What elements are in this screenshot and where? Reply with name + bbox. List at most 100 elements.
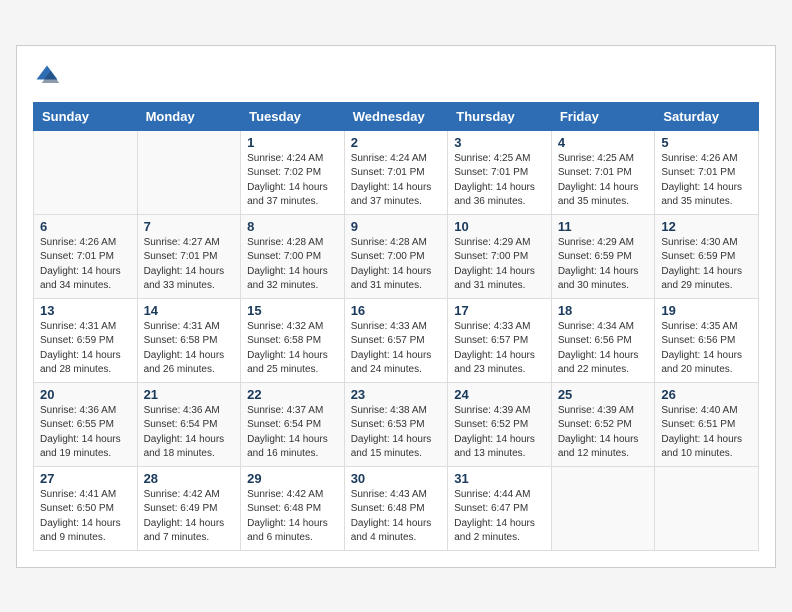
calendar-cell: 3Sunrise: 4:25 AM Sunset: 7:01 PM Daylig…	[448, 130, 552, 214]
calendar-cell: 5 Sunrise: 4:26 AM Sunset: 7:01 PM Daylig…	[655, 130, 759, 214]
logo	[33, 62, 65, 90]
column-header-wednesday: Wednesday	[344, 102, 448, 130]
day-number: 27	[40, 471, 131, 486]
day-info: Sunrise: 4:30 AM Sunset: 6:59 PM Dayligh…	[661, 236, 752, 294]
calendar-cell: 16Sunrise: 4:33 AM Sunset: 6:57 PM Dayli…	[344, 298, 448, 382]
day-number: 23	[351, 387, 442, 402]
calendar-cell: 10 Sunrise: 4:29 AM Sunset: 7:00 PM Dayli…	[448, 214, 552, 298]
day-info: Sunrise: 4:36 AM Sunset: 6:54 PM Dayligh…	[144, 404, 235, 462]
day-info: Sunrise: 4:26 AM Sunset: 7:01 PM Dayligh…	[661, 152, 752, 210]
calendar-cell	[34, 130, 138, 214]
day-info: Sunrise: 4:31 AM Sunset: 6:59 PM Dayligh…	[40, 320, 131, 378]
column-header-sunday: Sunday	[34, 102, 138, 130]
column-header-friday: Friday	[551, 102, 655, 130]
day-number: 13	[40, 303, 131, 318]
day-number: 21	[144, 387, 235, 402]
calendar-cell: 27 Sunrise: 4:41 AM Sunset: 6:50 PM Dayli…	[34, 466, 138, 550]
calendar-cell: 2 Sunrise: 4:24 AM Sunset: 7:01 PM Daylig…	[344, 130, 448, 214]
day-number: 9	[351, 219, 442, 234]
day-info: Sunrise: 4:40 AM Sunset: 6:51 PM Dayligh…	[661, 404, 752, 462]
day-info: Sunrise: 4:35 AM Sunset: 6:56 PM Dayligh…	[661, 320, 752, 378]
day-info: Sunrise: 4:29 AM Sunset: 7:00 PM Dayligh…	[454, 236, 545, 294]
day-number: 1	[247, 135, 338, 150]
day-info: Sunrise: 4:31 AM Sunset: 6:58 PM Dayligh…	[144, 320, 235, 378]
day-info: Sunrise: 4:32 AM Sunset: 6:58 PM Dayligh…	[247, 320, 338, 378]
day-number: 6	[40, 219, 131, 234]
column-header-thursday: Thursday	[448, 102, 552, 130]
calendar-cell: 23 Sunrise: 4:38 AM Sunset: 6:53 PM Dayli…	[344, 382, 448, 466]
day-info: Sunrise: 4:26 AM Sunset: 7:01 PM Dayligh…	[40, 236, 131, 294]
day-number: 16	[351, 303, 442, 318]
day-number: 8	[247, 219, 338, 234]
calendar-cell: 24 Sunrise: 4:39 AM Sunset: 6:52 PM Dayli…	[448, 382, 552, 466]
day-info: Sunrise: 4:37 AM Sunset: 6:54 PM Dayligh…	[247, 404, 338, 462]
calendar-cell: 8 Sunrise: 4:28 AM Sunset: 7:00 PM Daylig…	[241, 214, 345, 298]
calendar-cell: 1 Sunrise: 4:24 AM Sunset: 7:02 PM Daylig…	[241, 130, 345, 214]
calendar-cell	[137, 130, 241, 214]
column-header-monday: Monday	[137, 102, 241, 130]
day-number: 12	[661, 219, 752, 234]
calendar-week-row: 6 Sunrise: 4:26 AM Sunset: 7:01 PM Daylig…	[34, 214, 759, 298]
calendar-header	[33, 62, 759, 90]
day-info: Sunrise: 4:41 AM Sunset: 6:50 PM Dayligh…	[40, 488, 131, 546]
column-header-saturday: Saturday	[655, 102, 759, 130]
day-info: Sunrise: 4:34 AM Sunset: 6:56 PM Dayligh…	[558, 320, 649, 378]
day-info: Sunrise: 4:44 AM Sunset: 6:47 PM Dayligh…	[454, 488, 545, 546]
day-number: 19	[661, 303, 752, 318]
day-info: Sunrise: 4:42 AM Sunset: 6:49 PM Dayligh…	[144, 488, 235, 546]
day-info: Sunrise: 4:29 AM Sunset: 6:59 PM Dayligh…	[558, 236, 649, 294]
calendar-week-row: 13 Sunrise: 4:31 AM Sunset: 6:59 PM Dayli…	[34, 298, 759, 382]
calendar-cell: 21 Sunrise: 4:36 AM Sunset: 6:54 PM Dayli…	[137, 382, 241, 466]
day-info: Sunrise: 4:42 AM Sunset: 6:48 PM Dayligh…	[247, 488, 338, 546]
day-number: 30	[351, 471, 442, 486]
day-info: Sunrise: 4:27 AM Sunset: 7:01 PM Dayligh…	[144, 236, 235, 294]
day-number: 3	[454, 135, 545, 150]
calendar-cell	[551, 466, 655, 550]
day-number: 22	[247, 387, 338, 402]
calendar-cell: 17Sunrise: 4:33 AM Sunset: 6:57 PM Dayli…	[448, 298, 552, 382]
calendar-cell: 30 Sunrise: 4:43 AM Sunset: 6:48 PM Dayli…	[344, 466, 448, 550]
day-info: Sunrise: 4:24 AM Sunset: 7:02 PM Dayligh…	[247, 152, 338, 210]
day-info: Sunrise: 4:24 AM Sunset: 7:01 PM Dayligh…	[351, 152, 442, 210]
calendar-cell	[655, 466, 759, 550]
calendar-cell: 29 Sunrise: 4:42 AM Sunset: 6:48 PM Dayli…	[241, 466, 345, 550]
calendar-cell: 15 Sunrise: 4:32 AM Sunset: 6:58 PM Dayli…	[241, 298, 345, 382]
calendar-header-row: SundayMondayTuesdayWednesdayThursdayFrid…	[34, 102, 759, 130]
day-info: Sunrise: 4:38 AM Sunset: 6:53 PM Dayligh…	[351, 404, 442, 462]
day-number: 7	[144, 219, 235, 234]
day-number: 15	[247, 303, 338, 318]
day-info: Sunrise: 4:39 AM Sunset: 6:52 PM Dayligh…	[454, 404, 545, 462]
calendar-cell: 18 Sunrise: 4:34 AM Sunset: 6:56 PM Dayli…	[551, 298, 655, 382]
day-number: 18	[558, 303, 649, 318]
day-number: 4	[558, 135, 649, 150]
day-number: 11	[558, 219, 649, 234]
column-header-tuesday: Tuesday	[241, 102, 345, 130]
day-number: 5	[661, 135, 752, 150]
calendar-cell: 9Sunrise: 4:28 AM Sunset: 7:00 PM Daylig…	[344, 214, 448, 298]
day-number: 10	[454, 219, 545, 234]
calendar-cell: 26 Sunrise: 4:40 AM Sunset: 6:51 PM Dayli…	[655, 382, 759, 466]
day-number: 24	[454, 387, 545, 402]
day-number: 25	[558, 387, 649, 402]
calendar-cell: 28 Sunrise: 4:42 AM Sunset: 6:49 PM Dayli…	[137, 466, 241, 550]
day-number: 17	[454, 303, 545, 318]
calendar-cell: 13 Sunrise: 4:31 AM Sunset: 6:59 PM Dayli…	[34, 298, 138, 382]
calendar-cell: 7 Sunrise: 4:27 AM Sunset: 7:01 PM Daylig…	[137, 214, 241, 298]
day-number: 26	[661, 387, 752, 402]
day-info: Sunrise: 4:36 AM Sunset: 6:55 PM Dayligh…	[40, 404, 131, 462]
logo-icon	[33, 62, 61, 90]
calendar-cell: 11 Sunrise: 4:29 AM Sunset: 6:59 PM Dayli…	[551, 214, 655, 298]
calendar-cell: 4Sunrise: 4:25 AM Sunset: 7:01 PM Daylig…	[551, 130, 655, 214]
calendar-cell: 19 Sunrise: 4:35 AM Sunset: 6:56 PM Dayli…	[655, 298, 759, 382]
day-info: Sunrise: 4:28 AM Sunset: 7:00 PM Dayligh…	[247, 236, 338, 294]
calendar-cell: 25Sunrise: 4:39 AM Sunset: 6:52 PM Dayli…	[551, 382, 655, 466]
day-number: 28	[144, 471, 235, 486]
day-number: 29	[247, 471, 338, 486]
calendar-table: SundayMondayTuesdayWednesdayThursdayFrid…	[33, 102, 759, 551]
day-number: 20	[40, 387, 131, 402]
calendar-cell: 22 Sunrise: 4:37 AM Sunset: 6:54 PM Dayli…	[241, 382, 345, 466]
day-info: Sunrise: 4:43 AM Sunset: 6:48 PM Dayligh…	[351, 488, 442, 546]
day-number: 31	[454, 471, 545, 486]
day-number: 2	[351, 135, 442, 150]
calendar-week-row: 1 Sunrise: 4:24 AM Sunset: 7:02 PM Daylig…	[34, 130, 759, 214]
